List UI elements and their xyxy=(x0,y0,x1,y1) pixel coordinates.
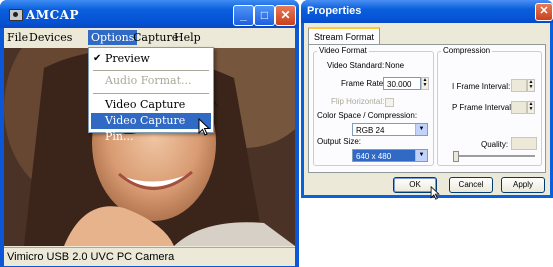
frame-rate-label: Frame Rate: xyxy=(341,79,386,88)
amcap-window: AMCAP _ □ ✕ File Devices Options Capture… xyxy=(0,0,299,267)
flip-horizontal-checkbox[interactable] xyxy=(385,98,394,107)
camera-icon xyxy=(9,9,23,21)
output-size-select[interactable]: 640 x 480 ▼ xyxy=(352,149,428,162)
minimize-button[interactable]: _ xyxy=(233,5,254,26)
compression-group-label: Compression xyxy=(441,46,493,55)
i-frame-interval-label: I Frame Interval: xyxy=(452,82,511,91)
flip-horizontal-label: Flip Horizontal: xyxy=(331,97,385,106)
frame-rate-spinner[interactable]: ▲ ▼ xyxy=(421,77,429,90)
menu-item-label: Preview xyxy=(105,52,150,65)
quality-label: Quality: xyxy=(481,140,509,149)
status-text: Vimicro USB 2.0 UVC PC Camera xyxy=(7,251,175,263)
menu-separator xyxy=(93,70,209,71)
menu-item-video-capture-filter[interactable]: Video Capture Filter... xyxy=(91,97,211,127)
output-size-label: Output Size: xyxy=(317,137,362,146)
color-space-select[interactable]: RGB 24 ▼ xyxy=(352,123,428,136)
quality-slider-track[interactable] xyxy=(453,155,535,158)
check-icon: ✔ xyxy=(93,53,102,64)
color-space-value: RGB 24 xyxy=(356,126,385,135)
i-frame-interval-spinner[interactable]: ▲ ▼ xyxy=(527,79,535,92)
frame-rate-input[interactable]: 30.000 xyxy=(383,77,421,90)
amcap-titlebar[interactable]: AMCAP _ □ ✕ xyxy=(0,0,299,28)
status-bar: Vimicro USB 2.0 UVC PC Camera xyxy=(4,247,295,266)
menu-devices[interactable]: Devices xyxy=(26,30,75,45)
menu-item-preview[interactable]: ✔ Preview xyxy=(91,51,211,67)
properties-client: Stream Format Video Format Video Standar… xyxy=(304,23,550,195)
mouse-cursor-icon xyxy=(198,118,210,136)
color-space-label: Color Space / Compression: xyxy=(317,111,418,120)
menu-item-label: Audio Format... xyxy=(105,74,192,87)
close-button[interactable]: ✕ xyxy=(275,5,296,26)
p-frame-interval-spinner[interactable]: ▲ ▼ xyxy=(527,101,535,114)
video-standard-label: Video Standard: xyxy=(327,61,385,70)
cancel-button[interactable]: Cancel xyxy=(449,177,493,193)
tab-stream-format[interactable]: Stream Format xyxy=(308,27,381,45)
stream-format-panel: Video Format Video Standard: None Frame … xyxy=(308,44,546,173)
chevron-down-icon: ▼ xyxy=(415,124,427,135)
video-format-group-label: Video Format xyxy=(317,46,369,55)
menu-item-video-capture-pin[interactable]: Video Capture Pin... xyxy=(91,113,211,143)
i-frame-interval-input[interactable] xyxy=(511,79,527,92)
menu-item-audio-format[interactable]: Audio Format... xyxy=(91,73,211,89)
quality-input[interactable] xyxy=(511,137,537,150)
properties-title: Properties xyxy=(307,5,362,17)
output-size-value: 640 x 480 xyxy=(356,152,392,161)
menu-help[interactable]: Help xyxy=(171,30,204,45)
properties-titlebar[interactable]: Properties ✕ xyxy=(301,0,553,23)
properties-close-button[interactable]: ✕ xyxy=(535,3,553,21)
quality-slider-thumb[interactable] xyxy=(453,151,459,162)
p-frame-interval-label: P Frame Interval: xyxy=(452,103,514,112)
menu-separator xyxy=(93,93,209,94)
properties-dialog: Properties ✕ Stream Format Video Format … xyxy=(301,0,553,198)
chevron-down-icon: ▼ xyxy=(415,150,427,161)
options-dropdown-menu: ✔ Preview Audio Format... Video Capture … xyxy=(88,47,214,143)
mouse-cursor-icon xyxy=(430,186,440,200)
amcap-title: AMCAP xyxy=(26,8,79,22)
maximize-button[interactable]: □ xyxy=(254,5,275,26)
video-standard-value: None xyxy=(385,61,405,70)
apply-button[interactable]: Apply xyxy=(501,177,545,193)
menubar: File Devices Options Capture Help xyxy=(4,28,295,47)
p-frame-interval-input[interactable] xyxy=(511,101,527,114)
